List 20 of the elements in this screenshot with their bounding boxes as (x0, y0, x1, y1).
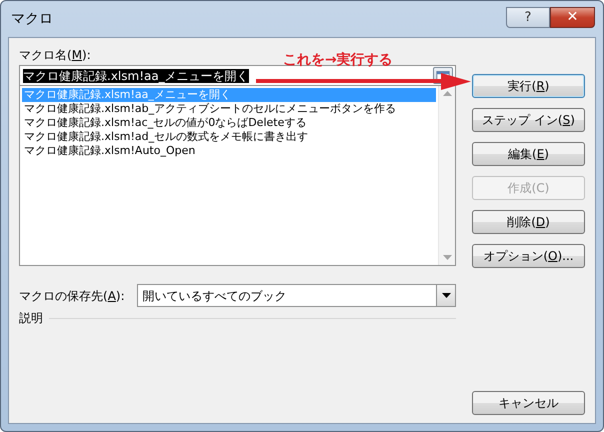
description-label: 説明 (19, 311, 43, 326)
macro-list-item[interactable]: マクロ健康記録.xlsm!ac_セルの値が0ならばDeleteする (22, 116, 436, 130)
dialog-button[interactable]: 削除(D) (472, 210, 585, 234)
macro-name-value: マクロ健康記録.xlsm!aa_メニューを開く (23, 68, 249, 84)
dialog-button[interactable]: オプション(O)... (472, 244, 585, 268)
dropdown-arrow-icon (442, 293, 450, 298)
macro-name-label: マクロ名(M): (19, 48, 91, 62)
macro-list-item[interactable]: マクロ健康記録.xlsm!ad_セルの数式をメモ帳に書き出す (22, 130, 436, 144)
dialog-button[interactable]: 編集(E) (472, 142, 585, 166)
macro-list-item[interactable]: マクロ健康記録.xlsm!Auto_Open (22, 144, 436, 158)
help-button[interactable]: ? (506, 7, 550, 28)
dialog-button[interactable]: 実行(R) (472, 74, 585, 98)
storage-dropdown[interactable]: 開いているすべてのブック (136, 284, 456, 308)
dialog-button[interactable]: ステップ イン(S) (472, 108, 585, 132)
scroll-down-icon[interactable] (442, 255, 452, 262)
macro-list-item[interactable]: マクロ健康記録.xlsm!ab_アクティブシートのセルにメニューボタンを作る (22, 102, 436, 116)
close-button[interactable]: ✕ (550, 7, 595, 28)
cancel-button[interactable]: キャンセル (472, 391, 585, 415)
storage-label: マクロの保存先(A): (19, 288, 125, 304)
window-title: マクロ (11, 11, 53, 28)
